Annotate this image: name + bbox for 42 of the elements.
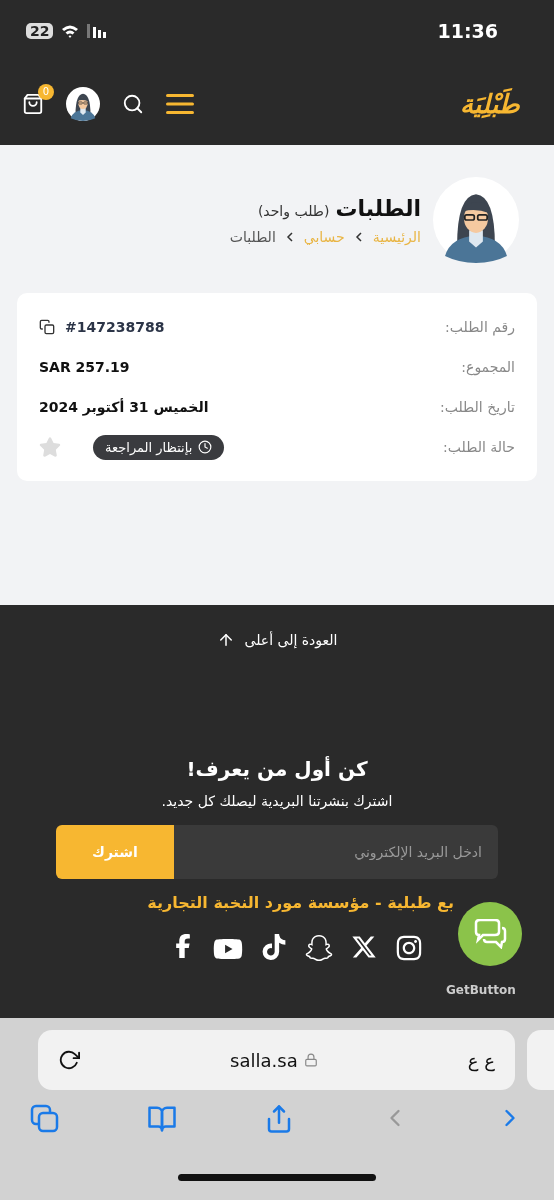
back-to-top-link[interactable]: العودة إلى أعلى: [216, 631, 338, 649]
star-icon[interactable]: [39, 436, 61, 458]
cart-button[interactable]: [22, 92, 44, 115]
tabs-icon[interactable]: [30, 1104, 60, 1134]
chat-icon: [473, 919, 507, 949]
chat-widget-label: GetButton: [446, 983, 516, 997]
order-number: #147238788: [65, 319, 165, 335]
field-label: رقم الطلب:: [445, 319, 515, 335]
text-size-button[interactable]: ع ع: [467, 1049, 495, 1071]
cart-count: 0: [38, 83, 54, 100]
page-title: الطلبات: [335, 195, 421, 221]
field-label: تاريخ الطلب:: [439, 399, 515, 415]
lock-icon: [303, 1053, 318, 1067]
newsletter-title: كن أول من يعرف!: [186, 757, 368, 781]
snapchat-icon[interactable]: [305, 934, 333, 962]
order-value: الخميس 31 أكتوبر 2024: [39, 399, 209, 415]
chevron-icon: [285, 231, 294, 242]
status-badge: بإنتظار المراجعة: [93, 434, 225, 460]
avatar-icon[interactable]: [66, 86, 100, 121]
instagram-icon[interactable]: [395, 934, 423, 962]
tiktok-icon[interactable]: [261, 934, 287, 960]
menu-icon[interactable]: [166, 91, 194, 116]
newsletter-text: اشترك بنشرتنا البريدية ليصلك كل جديد.: [161, 793, 393, 809]
breadcrumb-current: الطلبات: [229, 228, 276, 245]
clock-time: 11:36: [437, 20, 498, 42]
clock-icon: [198, 440, 213, 454]
wifi-icon: [61, 24, 80, 38]
field-label: المجموع:: [461, 359, 515, 375]
email-field[interactable]: ادخل البريد الإلكتروني: [174, 825, 498, 879]
battery-level: 22: [26, 23, 54, 39]
x-icon[interactable]: [351, 934, 377, 960]
chevron-icon: [354, 231, 363, 242]
bookmarks-icon[interactable]: [147, 1104, 177, 1134]
store-logo[interactable]: طَبْلِيَة: [460, 88, 520, 119]
reload-icon[interactable]: [58, 1049, 80, 1071]
url-text: salla.sa: [230, 1049, 318, 1071]
copy-icon[interactable]: [39, 319, 55, 335]
order-count: (طلب واحد): [257, 202, 330, 219]
field-label: حالة الطلب:: [443, 439, 515, 455]
order-value: SAR 257.19: [39, 359, 130, 375]
search-icon[interactable]: [122, 92, 144, 115]
copyright-text: بع طبلية - مؤسسة مورد النخبة التجارية: [147, 893, 454, 912]
